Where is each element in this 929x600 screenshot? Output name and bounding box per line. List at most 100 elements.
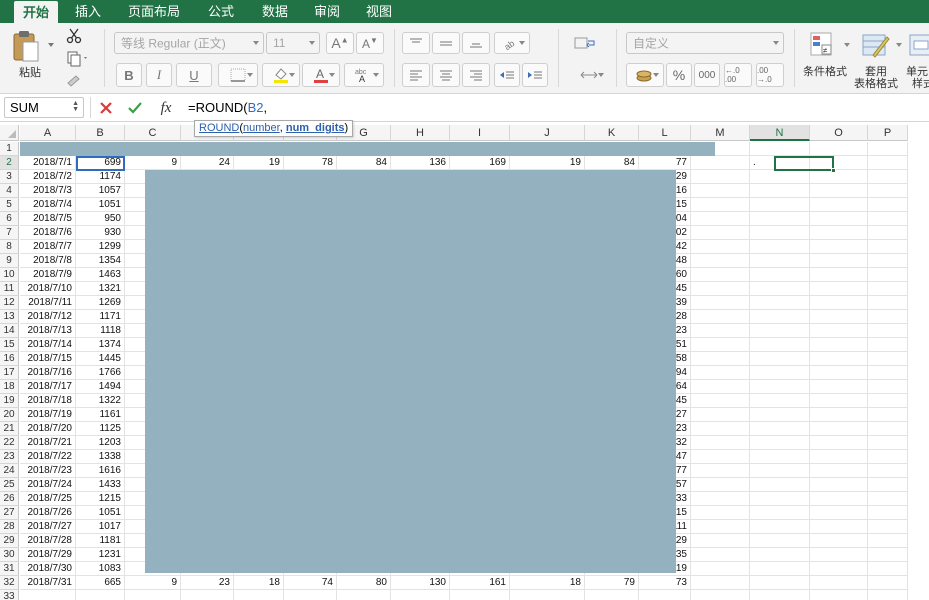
- cell-m8[interactable]: [691, 240, 750, 254]
- cell-a11[interactable]: 2018/7/10: [20, 282, 76, 296]
- cell-o13[interactable]: [810, 310, 868, 324]
- cell-n23[interactable]: [750, 450, 810, 464]
- row-header-6[interactable]: 6: [0, 212, 19, 226]
- cell-n32[interactable]: [750, 576, 810, 590]
- cell-i2[interactable]: 169: [450, 156, 510, 170]
- cell-f33[interactable]: [284, 590, 337, 600]
- cell-n7[interactable]: [750, 226, 810, 240]
- cell-g2[interactable]: 84: [337, 156, 391, 170]
- row-header-23[interactable]: 23: [0, 450, 19, 464]
- cell-b30[interactable]: 1231: [76, 548, 125, 562]
- cell-m25[interactable]: [691, 478, 750, 492]
- cell-a27[interactable]: 2018/7/26: [20, 506, 76, 520]
- cell-p17[interactable]: [868, 366, 908, 380]
- tooltip-arg-number[interactable]: number: [243, 122, 280, 134]
- cell-b24[interactable]: 1616: [76, 464, 125, 478]
- cell-n8[interactable]: [750, 240, 810, 254]
- cell-a15[interactable]: 2018/7/14: [20, 338, 76, 352]
- cell-m20[interactable]: [691, 408, 750, 422]
- decrease-font-size-button[interactable]: A▼: [356, 32, 384, 54]
- cell-a31[interactable]: 2018/7/30: [20, 562, 76, 576]
- cell-b26[interactable]: 1215: [76, 492, 125, 506]
- cell-e33[interactable]: [234, 590, 284, 600]
- cell-p20[interactable]: [868, 408, 908, 422]
- cell-n19[interactable]: [750, 394, 810, 408]
- cell-a21[interactable]: 2018/7/20: [20, 422, 76, 436]
- align-bottom-button[interactable]: [462, 32, 490, 54]
- cell-p7[interactable]: [868, 226, 908, 240]
- cell-a28[interactable]: 2018/7/27: [20, 520, 76, 534]
- cell-p13[interactable]: [868, 310, 908, 324]
- cell-f2[interactable]: 78: [284, 156, 337, 170]
- cell-o31[interactable]: [810, 562, 868, 576]
- cell-p28[interactable]: [868, 520, 908, 534]
- row-header-33[interactable]: 33: [0, 590, 19, 600]
- cell-p1[interactable]: [868, 142, 908, 156]
- font-name-select[interactable]: 等线 Regular (正文): [114, 32, 264, 54]
- cell-c32[interactable]: 9: [125, 576, 181, 590]
- cell-n26[interactable]: [750, 492, 810, 506]
- tab-formulas[interactable]: 公式: [196, 0, 246, 23]
- cell-m11[interactable]: [691, 282, 750, 296]
- cell-m17[interactable]: [691, 366, 750, 380]
- cell-m9[interactable]: [691, 254, 750, 268]
- cell-p10[interactable]: [868, 268, 908, 282]
- cell-a18[interactable]: 2018/7/17: [20, 380, 76, 394]
- row-header-13[interactable]: 13: [0, 310, 19, 324]
- cell-o17[interactable]: [810, 366, 868, 380]
- cell-n15[interactable]: [750, 338, 810, 352]
- cell-a25[interactable]: 2018/7/24: [20, 478, 76, 492]
- cell-b25[interactable]: 1433: [76, 478, 125, 492]
- cell-b23[interactable]: 1338: [76, 450, 125, 464]
- cell-m19[interactable]: [691, 394, 750, 408]
- cell-o11[interactable]: [810, 282, 868, 296]
- cell-p8[interactable]: [868, 240, 908, 254]
- align-middle-button[interactable]: [432, 32, 460, 54]
- cell-o14[interactable]: [810, 324, 868, 338]
- cut-button[interactable]: [64, 27, 84, 45]
- cell-k2[interactable]: 84: [585, 156, 639, 170]
- cell-b33[interactable]: [76, 590, 125, 600]
- cell-a29[interactable]: 2018/7/28: [20, 534, 76, 548]
- cell-n3[interactable]: [750, 170, 810, 184]
- cell-p9[interactable]: [868, 254, 908, 268]
- cell-m4[interactable]: [691, 184, 750, 198]
- row-header-27[interactable]: 27: [0, 506, 19, 520]
- cell-g33[interactable]: [337, 590, 391, 600]
- cell-p32[interactable]: [868, 576, 908, 590]
- cell-a3[interactable]: 2018/7/2: [20, 170, 76, 184]
- cell-m14[interactable]: [691, 324, 750, 338]
- row-header-18[interactable]: 18: [0, 380, 19, 394]
- number-format-select[interactable]: 自定义: [626, 32, 784, 54]
- cell-o25[interactable]: [810, 478, 868, 492]
- row-header-16[interactable]: 16: [0, 352, 19, 366]
- paste-dropdown-icon[interactable]: [48, 43, 54, 47]
- cell-a19[interactable]: 2018/7/18: [20, 394, 76, 408]
- cell-d32[interactable]: 23: [181, 576, 234, 590]
- conditional-format-button[interactable]: ≠: [804, 29, 850, 61]
- cell-b17[interactable]: 1766: [76, 366, 125, 380]
- cell-p4[interactable]: [868, 184, 908, 198]
- cell-n29[interactable]: [750, 534, 810, 548]
- tooltip-function-name[interactable]: ROUND: [199, 122, 239, 134]
- cell-b4[interactable]: 1057: [76, 184, 125, 198]
- cell-g32[interactable]: 80: [337, 576, 391, 590]
- cell-n31[interactable]: [750, 562, 810, 576]
- cell-o19[interactable]: [810, 394, 868, 408]
- column-header-m[interactable]: M: [691, 125, 750, 141]
- row-header-11[interactable]: 11: [0, 282, 19, 296]
- tab-page-layout[interactable]: 页面布局: [118, 0, 190, 23]
- cell-b6[interactable]: 950: [76, 212, 125, 226]
- row-header-4[interactable]: 4: [0, 184, 19, 198]
- cell-b14[interactable]: 1118: [76, 324, 125, 338]
- cell-o4[interactable]: [810, 184, 868, 198]
- cell-a8[interactable]: 2018/7/7: [20, 240, 76, 254]
- cell-c2[interactable]: 9: [125, 156, 181, 170]
- column-header-a[interactable]: A: [20, 125, 76, 141]
- row-header-20[interactable]: 20: [0, 408, 19, 422]
- cell-n28[interactable]: [750, 520, 810, 534]
- row-header-12[interactable]: 12: [0, 296, 19, 310]
- cell-p24[interactable]: [868, 464, 908, 478]
- cell-a5[interactable]: 2018/7/4: [20, 198, 76, 212]
- cell-b22[interactable]: 1203: [76, 436, 125, 450]
